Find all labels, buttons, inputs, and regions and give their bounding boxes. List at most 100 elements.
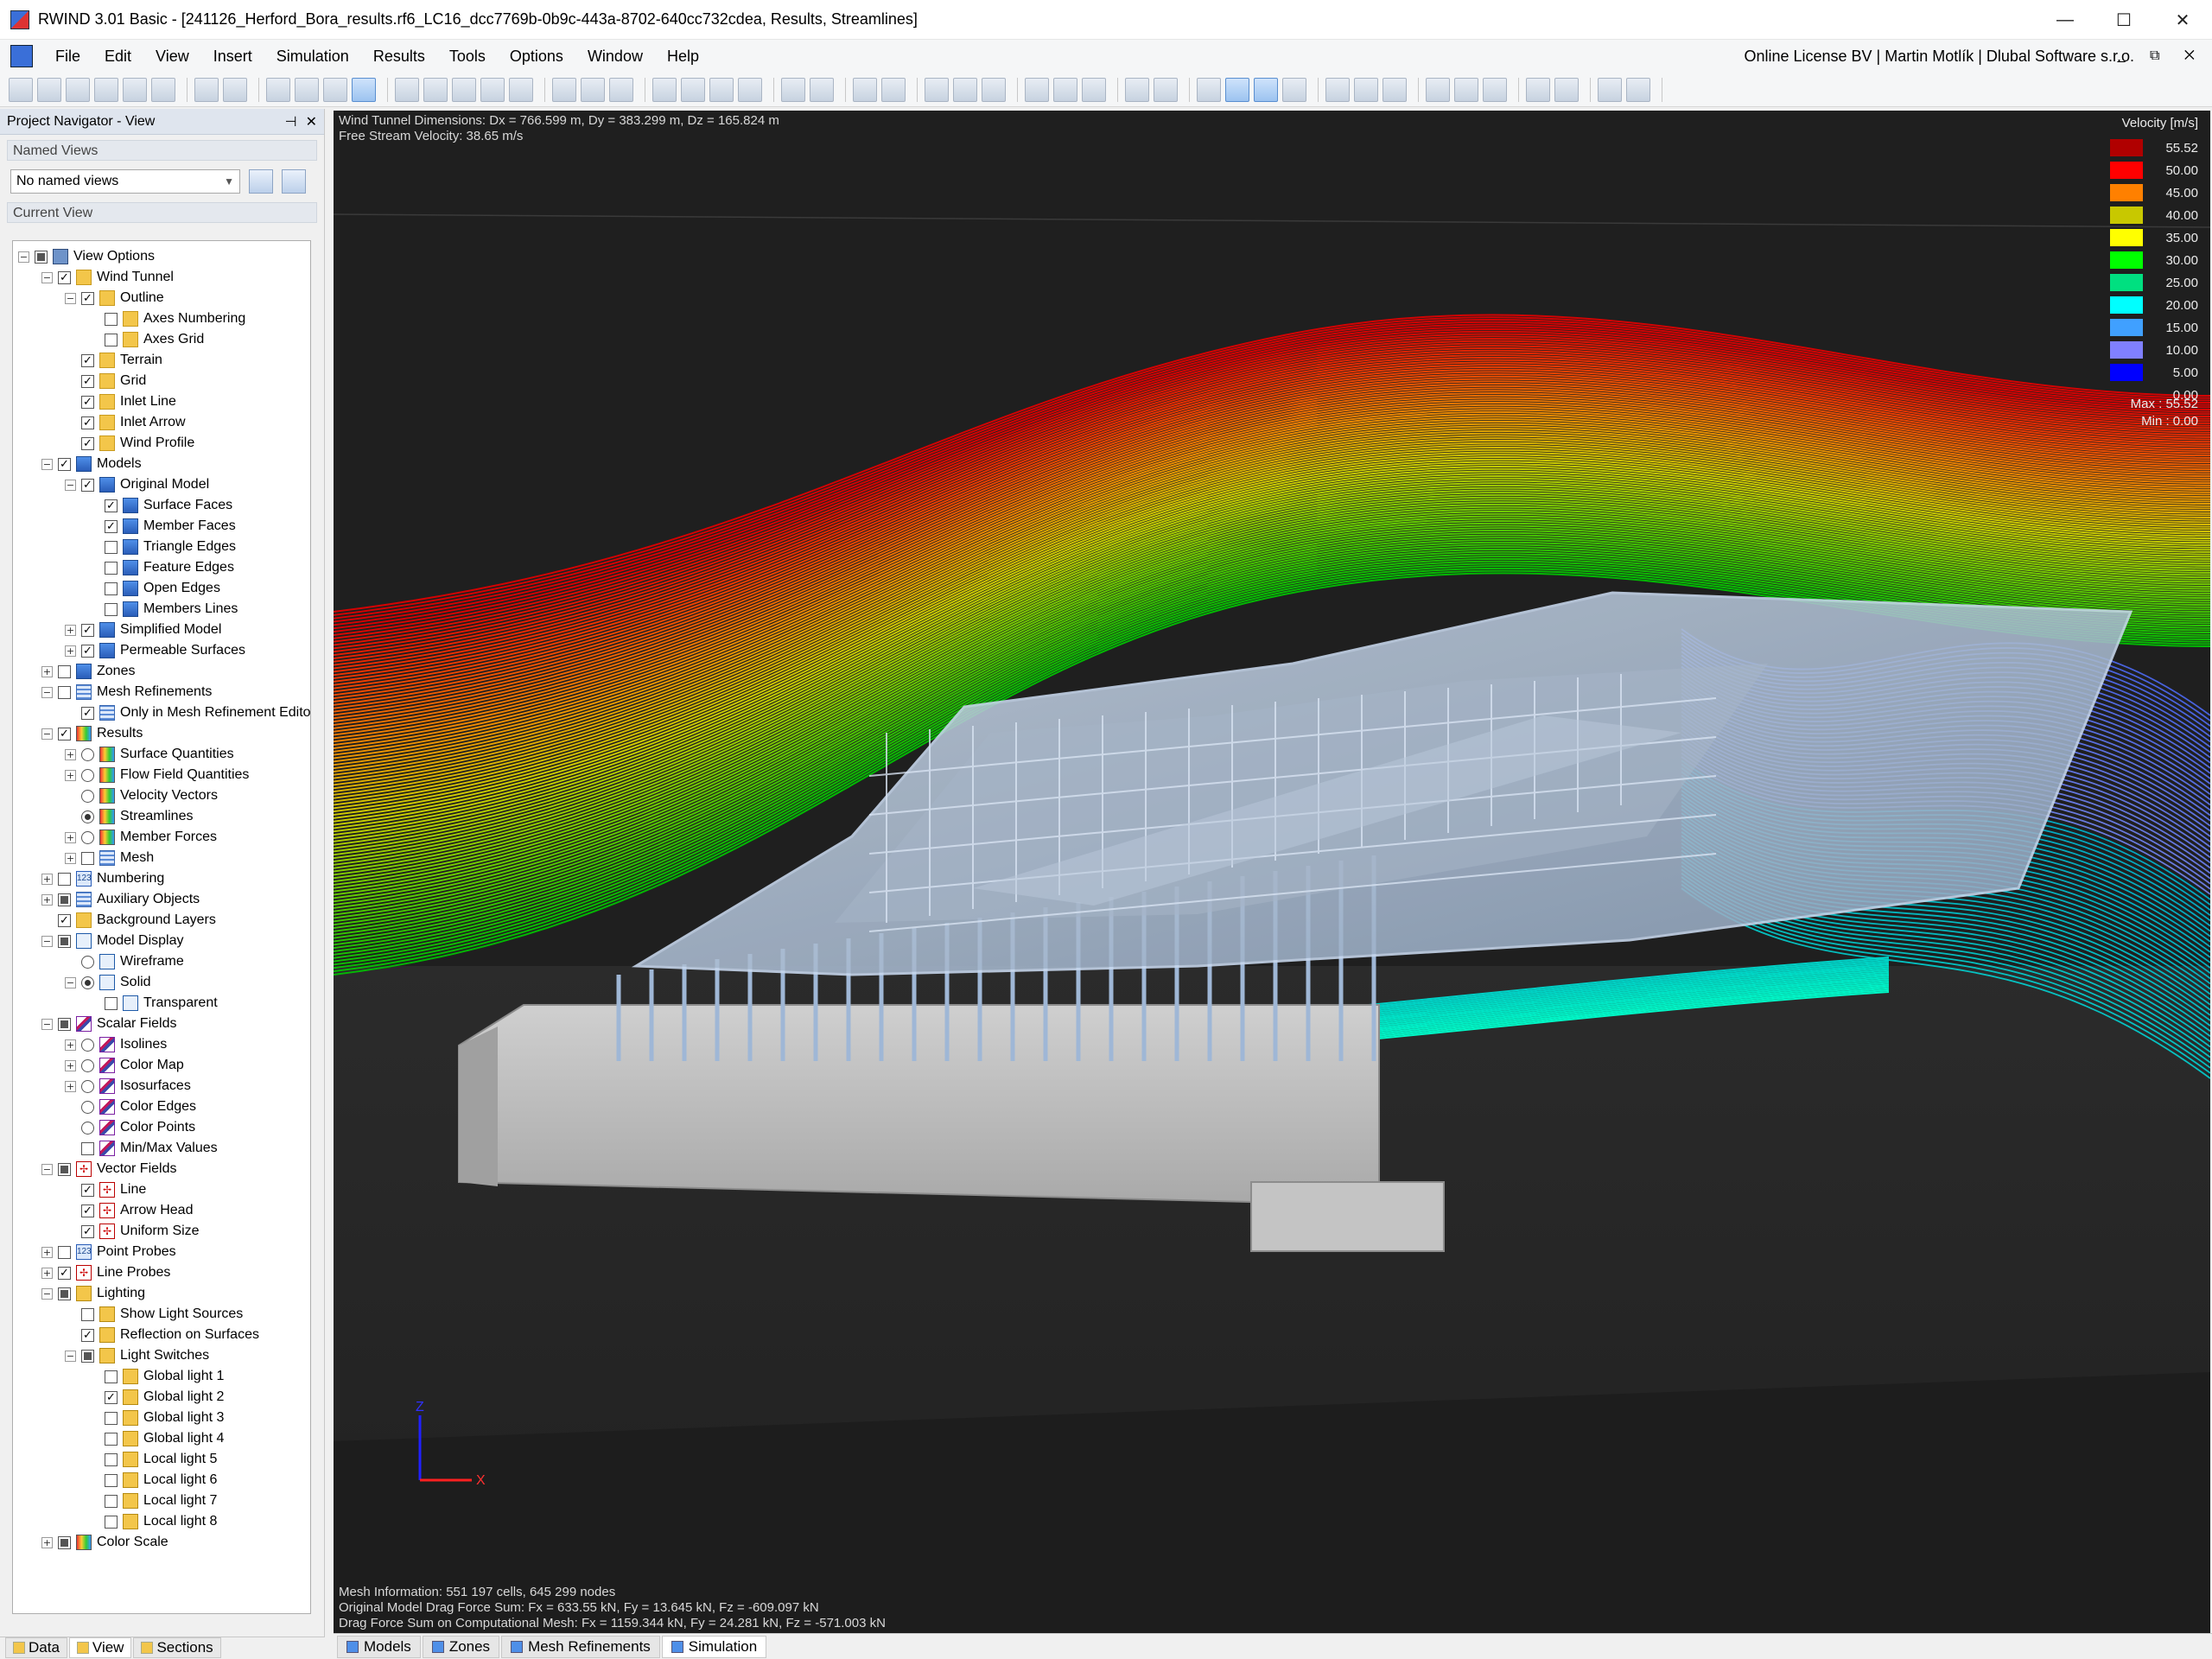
tree-item[interactable]: Velocity Vectors [65, 785, 218, 806]
toolbar-button-27[interactable] [881, 77, 906, 102]
checkbox[interactable]: ✓ [81, 395, 94, 409]
toolbar-button-30[interactable] [982, 77, 1006, 102]
toolbar-button-2[interactable] [66, 77, 90, 102]
apply-view-button[interactable] [249, 169, 273, 194]
tree-item[interactable]: + Surface Quantities [65, 744, 234, 765]
expand-icon[interactable]: + [41, 1536, 53, 1548]
checkbox[interactable] [105, 582, 118, 595]
toolbar-button-0[interactable] [9, 77, 33, 102]
expand-icon[interactable]: + [65, 852, 76, 864]
collapse-icon[interactable]: − [41, 271, 53, 283]
checkbox[interactable]: ✓ [81, 644, 94, 658]
close-icon[interactable]: ✕ [306, 113, 317, 130]
toolbar-button-1[interactable] [37, 77, 61, 102]
toolbar-button-19[interactable] [609, 77, 633, 102]
collapse-icon[interactable]: − [41, 1163, 53, 1175]
tree-item[interactable]: + Mesh [65, 848, 154, 868]
toolbar-button-10[interactable] [323, 77, 347, 102]
menu-results[interactable]: Results [361, 40, 437, 73]
toolbar-button-11[interactable] [352, 77, 376, 102]
radio-button[interactable] [81, 955, 94, 969]
collapse-icon[interactable]: − [41, 686, 53, 698]
menu-help[interactable]: Help [655, 40, 711, 73]
toolbar-button-29[interactable] [953, 77, 977, 102]
expand-icon[interactable]: + [41, 1267, 53, 1279]
checkbox[interactable] [81, 851, 94, 865]
toolbar-button-45[interactable] [1483, 77, 1507, 102]
expand-icon[interactable]: + [65, 831, 76, 843]
tree-item[interactable]: Axes Numbering [88, 308, 245, 329]
document-icon[interactable] [10, 45, 33, 67]
checkbox[interactable]: ✓ [81, 436, 94, 450]
tree-item[interactable]: − Lighting [41, 1283, 145, 1304]
checkbox[interactable]: ✓ [81, 353, 94, 367]
tree-item[interactable]: − ✓ Results [41, 723, 143, 744]
tree-item[interactable]: Min/Max Values [65, 1138, 218, 1159]
tab-models[interactable]: Models [337, 1636, 421, 1658]
checkbox[interactable]: ✓ [81, 1224, 94, 1238]
toolbar-button-17[interactable] [552, 77, 576, 102]
checkbox[interactable] [81, 1307, 94, 1321]
tree-item[interactable]: + Flow Field Quantities [65, 765, 249, 785]
toolbar-button-35[interactable] [1154, 77, 1178, 102]
pin-icon[interactable]: ⊣ [285, 113, 297, 130]
collapse-icon[interactable]: − [41, 728, 53, 740]
collapse-icon[interactable]: − [65, 479, 76, 491]
maximize-button[interactable]: ☐ [2094, 0, 2153, 40]
collapse-icon[interactable]: − [65, 976, 76, 988]
tree-item[interactable]: − View Options [18, 246, 155, 267]
checkbox[interactable] [58, 1287, 71, 1300]
tree-item[interactable]: Local light 5 [88, 1449, 217, 1470]
checkbox[interactable] [105, 312, 118, 326]
expand-icon[interactable]: + [65, 769, 76, 781]
checkbox[interactable] [105, 1452, 118, 1466]
toolbar-button-18[interactable] [581, 77, 605, 102]
checkbox[interactable] [81, 1349, 94, 1363]
radio-button[interactable] [81, 789, 94, 803]
tree-item[interactable]: − Model Display [41, 931, 183, 951]
toolbar-button-13[interactable] [423, 77, 448, 102]
checkbox[interactable] [105, 1432, 118, 1446]
toolbar-button-42[interactable] [1382, 77, 1407, 102]
checkbox[interactable] [58, 1245, 71, 1259]
named-views-select[interactable]: No named views ▼ [10, 169, 240, 194]
expand-icon[interactable]: + [65, 1059, 76, 1071]
tree-item[interactable]: Feature Edges [88, 557, 234, 578]
tab-view[interactable]: View [68, 1637, 132, 1658]
checkbox[interactable]: ✓ [58, 270, 71, 284]
collapse-icon[interactable]: − [41, 1287, 53, 1300]
toolbar-button-21[interactable] [681, 77, 705, 102]
tree-item[interactable]: Transparent [88, 993, 218, 1014]
toolbar-button-36[interactable] [1197, 77, 1221, 102]
tree-item[interactable]: − Scalar Fields [41, 1014, 176, 1034]
tree-item[interactable]: Local light 7 [88, 1491, 217, 1511]
checkbox[interactable]: ✓ [105, 519, 118, 533]
toolbar-button-37[interactable] [1225, 77, 1249, 102]
checkbox[interactable]: ✓ [81, 623, 94, 637]
checkbox[interactable] [105, 1473, 118, 1487]
menu-window[interactable]: Window [575, 40, 655, 73]
tree-item[interactable]: Open Edges [88, 578, 220, 599]
tree-item[interactable]: Axes Grid [88, 329, 204, 350]
checkbox[interactable] [105, 561, 118, 575]
tree-item[interactable]: − Light Switches [65, 1345, 209, 1366]
tree-item[interactable]: Local light 8 [88, 1511, 217, 1532]
toolbar-button-40[interactable] [1325, 77, 1350, 102]
tree-item[interactable]: ✓ ✢ Arrow Head [65, 1200, 193, 1221]
toolbar-button-32[interactable] [1053, 77, 1077, 102]
checkbox[interactable] [105, 1411, 118, 1425]
radio-button[interactable] [81, 1058, 94, 1072]
checkbox[interactable] [58, 1017, 71, 1031]
radio-button[interactable] [81, 1079, 94, 1093]
checkbox[interactable] [58, 685, 71, 699]
tree-item[interactable]: +123 Numbering [41, 868, 164, 889]
checkbox[interactable]: ✓ [81, 1183, 94, 1197]
checkbox[interactable] [105, 1515, 118, 1529]
tree-item[interactable]: Local light 6 [88, 1470, 217, 1491]
tree-item[interactable]: ✓ Terrain [65, 350, 162, 371]
minimize-button[interactable]: — [2036, 0, 2094, 40]
toolbar-button-22[interactable] [709, 77, 734, 102]
tree-item[interactable]: ✓ ✢ Uniform Size [65, 1221, 200, 1242]
tree-item[interactable]: + Isosurfaces [65, 1076, 191, 1096]
collapse-icon[interactable]: − [41, 458, 53, 470]
